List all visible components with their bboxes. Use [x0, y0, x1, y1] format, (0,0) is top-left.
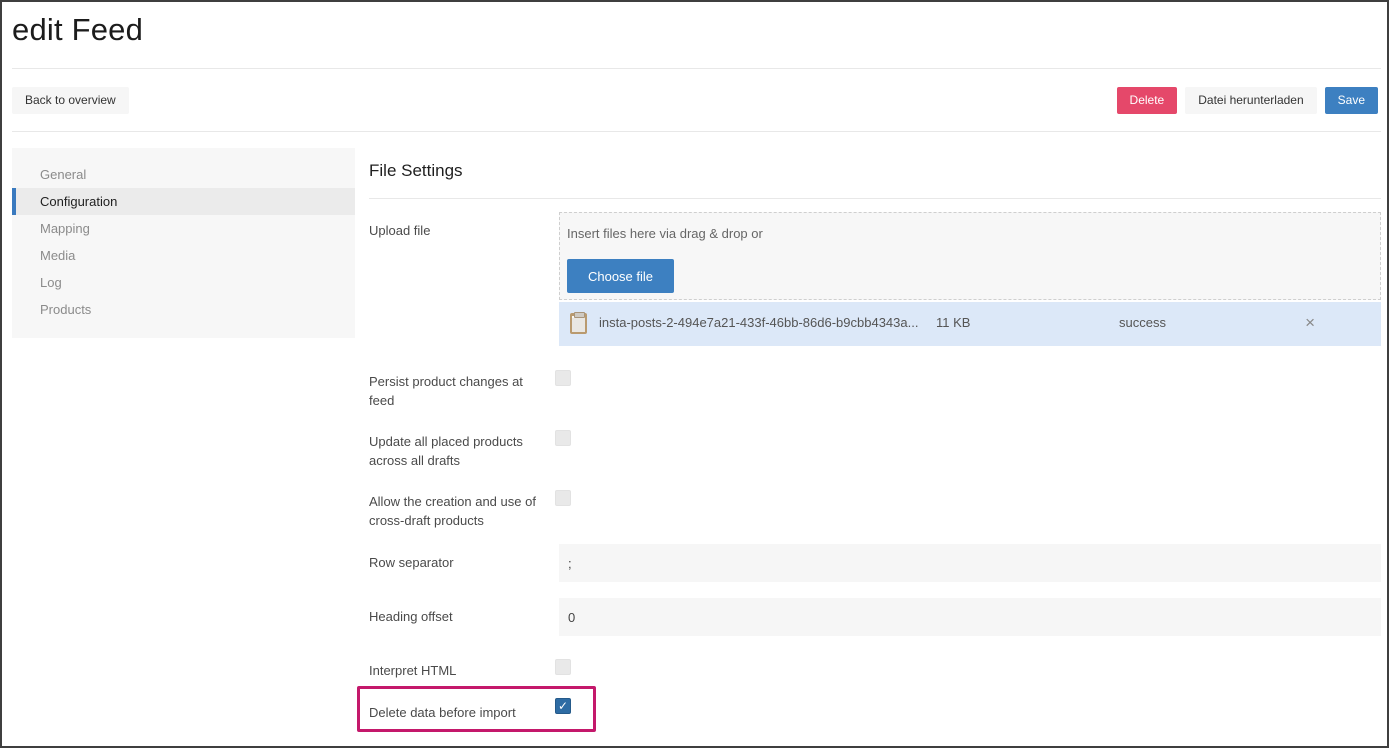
upload-file-label: Upload file	[369, 221, 541, 240]
interpret-html-label: Interpret HTML	[369, 661, 541, 680]
toolbar-actions: Delete Datei herunterladen Save	[1117, 87, 1378, 114]
sidebar-item-mapping[interactable]: Mapping	[12, 215, 355, 242]
choose-file-button[interactable]: Choose file	[567, 259, 674, 293]
delete-data-before-import-checkbox[interactable]: ✓	[555, 698, 571, 714]
back-to-overview-button[interactable]: Back to overview	[12, 87, 129, 114]
uploaded-file-row: insta-posts-2-494e7a21-433f-46bb-86d6-b9…	[559, 302, 1381, 346]
sidebar: General Configuration Mapping Media Log …	[12, 148, 355, 338]
persist-product-changes-checkbox[interactable]	[555, 370, 571, 386]
sidebar-item-general[interactable]: General	[12, 161, 355, 188]
section-divider	[369, 198, 1381, 199]
page-title: edit Feed	[12, 12, 143, 48]
persist-product-changes-label: Persist product changes at feed	[369, 372, 541, 410]
delete-data-before-import-label: Delete data before import	[369, 703, 541, 722]
page: edit Feed Back to overview Delete Datei …	[0, 0, 1389, 748]
cross-draft-products-checkbox[interactable]	[555, 490, 571, 506]
row-separator-input[interactable]	[559, 544, 1381, 582]
file-dropzone[interactable]: Insert files here via drag & drop or Cho…	[559, 212, 1381, 300]
checkmark-icon: ✓	[558, 700, 568, 712]
sidebar-item-media[interactable]: Media	[12, 242, 355, 269]
update-placed-products-label: Update all placed products across all dr…	[369, 432, 541, 470]
file-size: 11 KB	[936, 315, 970, 330]
update-placed-products-checkbox[interactable]	[555, 430, 571, 446]
sidebar-item-log[interactable]: Log	[12, 269, 355, 296]
section-title: File Settings	[369, 161, 463, 181]
header-divider	[12, 68, 1381, 69]
heading-offset-label: Heading offset	[369, 607, 541, 626]
row-separator-label: Row separator	[369, 553, 541, 572]
download-file-button[interactable]: Datei herunterladen	[1185, 87, 1316, 114]
delete-button[interactable]: Delete	[1117, 87, 1178, 114]
file-status: success	[1119, 315, 1166, 330]
cross-draft-products-label: Allow the creation and use of cross-draf…	[369, 492, 541, 530]
save-button[interactable]: Save	[1325, 87, 1378, 114]
toolbar-divider	[12, 131, 1381, 132]
interpret-html-checkbox[interactable]	[555, 659, 571, 675]
file-name: insta-posts-2-494e7a21-433f-46bb-86d6-b9…	[599, 315, 918, 330]
sidebar-item-configuration[interactable]: Configuration	[12, 188, 355, 215]
remove-file-icon[interactable]: ×	[1305, 313, 1315, 333]
heading-offset-input[interactable]	[559, 598, 1381, 636]
sidebar-item-products[interactable]: Products	[12, 296, 355, 323]
dropzone-hint: Insert files here via drag & drop or	[567, 226, 763, 241]
clipboard-file-icon	[570, 313, 587, 334]
